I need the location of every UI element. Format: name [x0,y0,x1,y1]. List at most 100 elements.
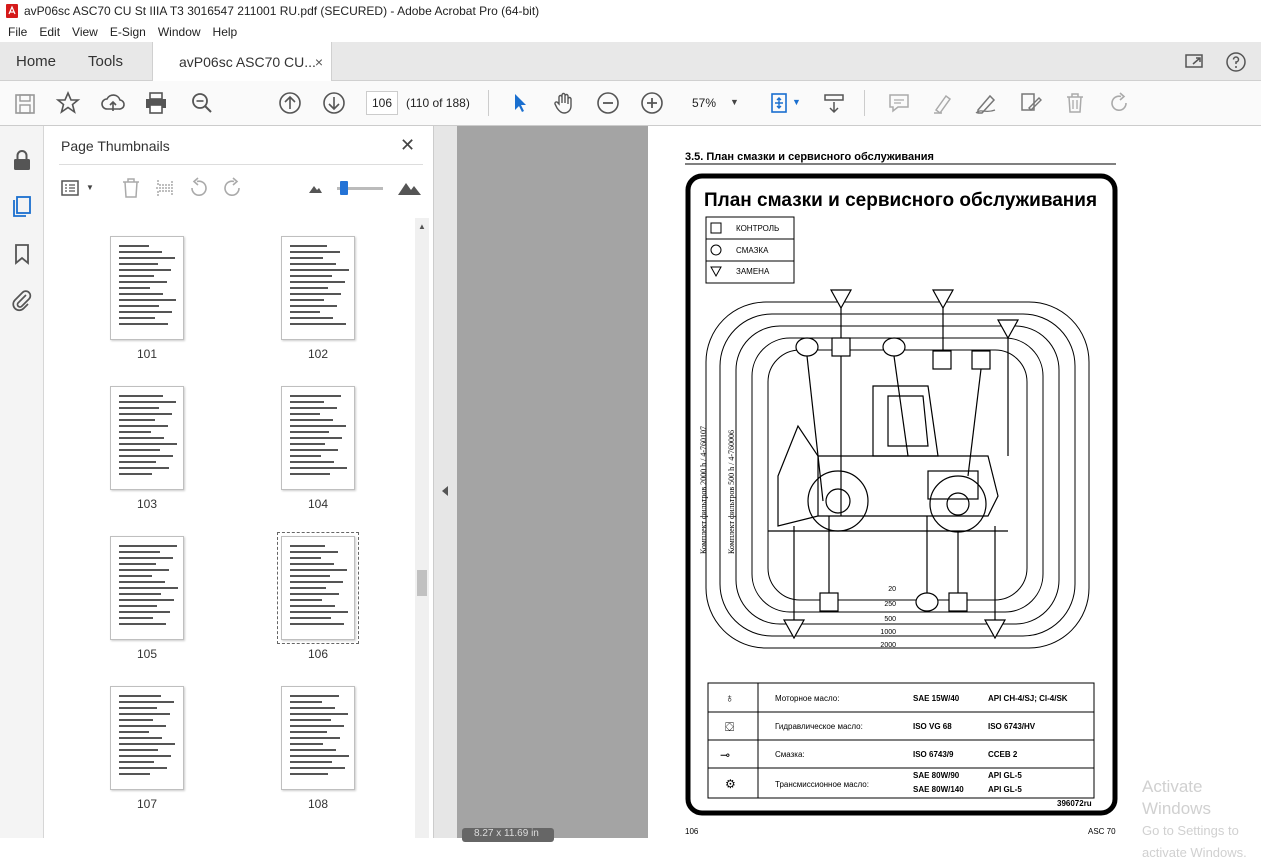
thumbnail-text-line [290,749,336,751]
zoom-out-icon[interactable] [595,90,621,116]
scroll-mode-icon[interactable] [821,90,847,116]
thumbnail-text-line [290,611,348,613]
thumbnail-text-line [119,467,169,469]
thumbnail-text-line [119,719,153,721]
options-dropdown-icon[interactable]: ▼ [86,183,94,192]
tab-home[interactable]: Home [16,42,56,81]
sign-icon[interactable] [973,90,999,116]
share-screen-icon[interactable] [1183,50,1207,74]
hydraulic-oil-icon: ⛋ [725,720,734,734]
save-icon[interactable] [12,91,38,117]
zoom-small-mountain-icon[interactable] [303,176,327,200]
thumbnail-text-line [290,401,324,403]
slider-handle[interactable] [340,181,348,195]
page-thumbnail[interactable] [110,386,184,490]
thumbnail-text-line [119,431,151,433]
extract-pages-icon[interactable] [153,176,177,200]
next-page-icon[interactable] [321,90,347,116]
thumbnail-text-line [119,257,175,259]
thumbnail-label: 104 [307,497,329,511]
page-thumbnails-panel: Page Thumbnails ✕ ▼ 101 102 103 104 105 106 10… [44,126,433,838]
thumbnail-text-line [290,755,349,757]
page-thumbnail[interactable] [281,236,355,340]
select-cursor-icon[interactable] [507,90,533,116]
previous-page-icon[interactable] [277,90,303,116]
page-thumbnail[interactable] [281,386,355,490]
thumbnail-text-line [290,581,343,583]
fit-dropdown-icon[interactable]: ▼ [792,97,801,107]
thumbnail-text-line [290,443,325,445]
filter-kit-2000: Комплект фильтров 2000 h / 4-760107 [699,426,708,554]
collapse-arrow-icon[interactable] [442,486,448,496]
thumbnail-text-line [119,569,169,571]
menu-view[interactable]: View [66,25,104,39]
thumbnail-text-line [290,719,331,721]
menu-edit[interactable]: Edit [33,25,66,39]
zoom-in-icon[interactable] [639,90,665,116]
thumbnail-text-line [290,593,339,595]
page-thumbnail[interactable] [110,236,184,340]
lock-icon[interactable] [10,148,34,172]
thumbnail-text-line [119,761,154,763]
page-thumbnail[interactable] [110,536,184,640]
delete-pages-icon[interactable] [119,176,143,200]
thumbnail-scrollbar[interactable]: ▲ [415,218,429,838]
interval-1000: 1000 [880,629,896,636]
page-thumbnail[interactable] [281,686,355,790]
bookmarks-icon[interactable] [10,242,34,266]
legend-grease: СМАЗКА [736,246,769,255]
thumbnail-text-line [290,455,321,457]
comment-icon[interactable] [886,90,912,116]
scroll-up-icon[interactable]: ▲ [418,222,426,231]
zoom-level[interactable]: 57% [692,96,716,110]
thumbnail-text-line [119,701,174,703]
highlight-pen-icon[interactable] [930,90,956,116]
delete-icon[interactable] [1062,90,1088,116]
hand-tool-icon[interactable] [551,90,577,116]
interval-labels: 20 250 500 1000 2000 [880,586,896,649]
thumbnail-text-line [290,701,322,703]
tab-document-label: avP06sc ASC70 CU... [179,54,316,70]
upload-cloud-icon[interactable] [100,90,126,116]
thumbnail-text-line [290,545,325,547]
menu-help[interactable]: Help [207,25,244,39]
help-icon[interactable] [1224,50,1248,74]
zoom-search-icon[interactable] [189,90,215,116]
tab-document[interactable]: avP06sc ASC70 CU... × [152,42,332,82]
fit-page-icon[interactable] [766,90,792,116]
rotate-icon[interactable] [1106,90,1132,116]
thumbnail-text-line [119,263,158,265]
thumbnail-text-line [119,443,177,445]
tab-close-icon[interactable]: × [315,54,323,70]
rotate-right-icon[interactable] [220,176,244,200]
print-icon[interactable] [143,90,169,116]
watermark-line2: Go to Settings to activate Windows. [1142,823,1247,860]
zoom-dropdown-icon[interactable]: ▼ [730,97,739,107]
document-view[interactable]: 3.5. План смазки и сервисного обслуживан… [457,126,1261,838]
bookmark-star-icon[interactable] [55,90,81,116]
thumbnail-text-line [290,695,339,697]
zoom-large-mountain-icon[interactable] [397,176,421,200]
thumbnail-text-line [290,293,341,295]
edit-pdf-icon[interactable] [1017,90,1043,116]
tab-tools[interactable]: Tools [88,42,123,81]
panel-close-icon[interactable]: ✕ [400,135,415,156]
page-thumbnails-icon[interactable] [10,194,34,218]
grease-circle-icon [710,244,722,256]
panel-divider [59,164,423,165]
menu-file[interactable]: File [2,25,33,39]
watermark-line1: Activate Windows [1142,777,1211,818]
page-number-input[interactable]: 106 [366,91,398,115]
rotate-left-icon[interactable] [187,176,211,200]
loader-machine-drawing [768,385,1008,533]
thumbnail-options-icon[interactable] [59,176,83,200]
panel-collapse-bar[interactable] [433,126,457,838]
attachments-icon[interactable] [10,288,34,312]
menu-window[interactable]: Window [152,25,207,39]
thumbnail-text-line [119,455,173,457]
thumbnail-text-line [119,743,175,745]
menu-esign[interactable]: E-Sign [104,25,152,39]
scrollbar-thumb[interactable] [417,570,427,596]
page-thumbnail[interactable] [110,686,184,790]
page-thumbnail[interactable] [277,532,359,644]
